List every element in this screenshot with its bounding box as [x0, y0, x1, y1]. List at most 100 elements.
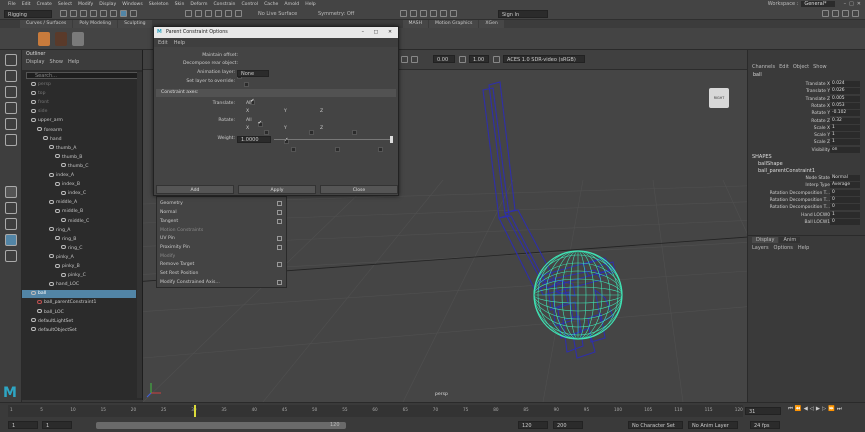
channel-row[interactable]: Translate Z 0.005: [748, 95, 865, 103]
exposure-field[interactable]: 0.00: [433, 55, 455, 63]
channel-value[interactable]: 0.32: [830, 117, 860, 124]
persp-outliner-icon[interactable]: [5, 234, 17, 246]
gamma-icon[interactable]: [459, 56, 466, 63]
menu-skeleton[interactable]: Skeleton: [149, 2, 169, 7]
channel-value[interactable]: 0.053: [830, 102, 860, 109]
translate-z-checkbox[interactable]: [351, 130, 357, 135]
channel-value[interactable]: 1: [830, 124, 860, 131]
step-forward-frame-icon[interactable]: ▷: [822, 406, 826, 413]
modeling-toolkit-icon[interactable]: [822, 10, 829, 17]
menu-deform[interactable]: Deform: [190, 2, 207, 7]
menu-create[interactable]: Create: [37, 2, 52, 7]
outliner-item-ring-c[interactable]: ring_C: [22, 245, 136, 253]
menu-item-remove-target[interactable]: Remove Target: [160, 261, 285, 269]
four-view-icon[interactable]: [5, 202, 17, 214]
outliner-item-side[interactable]: side: [22, 108, 136, 116]
menu-item-geometry[interactable]: Geometry: [160, 200, 285, 208]
outliner-item-hand-loc[interactable]: hand_LOC: [22, 281, 136, 289]
single-view-icon[interactable]: [5, 186, 17, 198]
shelf-tab-poly[interactable]: Poly Modeling: [73, 20, 118, 28]
anim-layer-dropdown[interactable]: None: [237, 70, 269, 77]
shelf-tab-sculpting[interactable]: Sculpting: [118, 20, 152, 28]
ipr-render-icon[interactable]: [420, 10, 427, 17]
channel-row[interactable]: Scale Z1: [748, 139, 865, 146]
range-slider[interactable]: [96, 422, 346, 429]
snap-point-icon[interactable]: [205, 10, 212, 17]
channel-row[interactable]: Translate Y 0.026: [748, 88, 865, 95]
shelf-tool-icon[interactable]: [38, 32, 50, 46]
layer-menu-options[interactable]: Options: [774, 245, 793, 251]
outliner-search-input[interactable]: Search...: [26, 72, 138, 79]
shelf-tool-icon[interactable]: [72, 32, 84, 46]
menu-select[interactable]: Select: [58, 2, 72, 7]
camera-icon[interactable]: [401, 56, 408, 63]
input-attribute-value[interactable]: 0: [830, 196, 860, 203]
close-button[interactable]: Close: [320, 185, 398, 194]
range-end-field[interactable]: 120: [518, 421, 548, 429]
scale-tool-icon[interactable]: [5, 134, 17, 146]
dialog-menu-edit[interactable]: Edit: [158, 40, 168, 46]
range-start-field[interactable]: 1: [8, 421, 38, 429]
outliner-menu-help[interactable]: Help: [68, 59, 79, 65]
render-settings-icon[interactable]: [430, 10, 437, 17]
add-button[interactable]: Add: [156, 185, 234, 194]
side-by-side-icon[interactable]: [5, 218, 17, 230]
apply-button[interactable]: Apply: [238, 185, 316, 194]
inputs-node-name[interactable]: ball_parentConstraint1: [758, 168, 815, 174]
anim-end-field[interactable]: 200: [553, 421, 583, 429]
anim-start-field[interactable]: 1: [42, 421, 72, 429]
colorspace-icon[interactable]: [493, 56, 500, 63]
channel-row[interactable]: Scale X1: [748, 124, 865, 132]
input-attribute-value[interactable]: 0: [830, 204, 860, 211]
input-attribute-row[interactable]: Rotation Decomposition T... 0: [748, 189, 865, 197]
layer-tab-anim[interactable]: Anim: [779, 237, 801, 243]
channel-value[interactable]: 1: [830, 132, 860, 139]
weight-slider-handle[interactable]: [390, 136, 393, 143]
outliner-item-ball-loc[interactable]: ball_LOC: [22, 309, 136, 317]
channel-row[interactable]: Translate X 0.024: [748, 81, 865, 88]
shelf-tool-icon[interactable]: [55, 32, 67, 46]
outliner-item-index-a[interactable]: index_A: [22, 172, 136, 180]
menu-modify[interactable]: Modify: [78, 2, 93, 7]
menu-control[interactable]: Control: [241, 2, 258, 7]
input-attribute-value[interactable]: Normal: [830, 175, 860, 181]
snap-surface-icon[interactable]: [225, 10, 232, 17]
dialog-close-icon[interactable]: ✕: [388, 27, 392, 38]
menu-windows[interactable]: Windows: [122, 2, 143, 7]
outliner-menu-display[interactable]: Display: [26, 59, 44, 65]
input-attribute-row[interactable]: Rotation Decomposition T... 0: [748, 196, 865, 204]
option-box-icon[interactable]: [277, 280, 282, 285]
open-scene-icon[interactable]: [70, 10, 77, 17]
arnold-render-icon[interactable]: [450, 10, 457, 17]
channel-value[interactable]: on: [830, 146, 860, 153]
outliner-item-defaultobjectset[interactable]: defaultObjectSet: [22, 327, 136, 335]
select-tool-icon[interactable]: [5, 54, 17, 66]
go-to-start-icon[interactable]: ⏮: [788, 406, 793, 413]
maximize-icon[interactable]: □: [849, 1, 854, 7]
input-attribute-value[interactable]: 1: [830, 211, 860, 218]
input-attribute-row[interactable]: Ball LOCW1 0: [748, 218, 865, 226]
menu-cache[interactable]: Cache: [264, 2, 278, 7]
option-box-icon[interactable]: [277, 236, 282, 241]
lasso-tool-icon[interactable]: [5, 70, 17, 82]
shelf-tab-curves[interactable]: Curves / Surfaces: [20, 20, 73, 28]
option-box-icon[interactable]: [277, 201, 282, 206]
input-attribute-value[interactable]: 0: [830, 189, 860, 196]
channel-value[interactable]: 1: [830, 139, 860, 146]
channelbox-menu-object[interactable]: Object: [793, 64, 809, 70]
option-box-icon[interactable]: [277, 219, 282, 224]
outliner-item-middle-a[interactable]: middle_A: [22, 199, 136, 207]
render-view-icon[interactable]: [400, 10, 407, 17]
input-attribute-row[interactable]: Hand LOCW0 1: [748, 211, 865, 219]
option-box-icon[interactable]: [277, 245, 282, 250]
dialog-maximize-icon[interactable]: □: [373, 27, 378, 38]
grid-toggle-icon[interactable]: [411, 56, 418, 63]
input-attribute-row[interactable]: Rotation Decomposition T... 0: [748, 204, 865, 211]
menuset-dropdown[interactable]: Rigging: [4, 10, 52, 18]
channel-row[interactable]: Visibility on: [748, 146, 865, 154]
object-mode-icon[interactable]: [120, 10, 127, 17]
step-back-key-icon[interactable]: ⏪: [795, 406, 802, 413]
redo-icon[interactable]: [100, 10, 107, 17]
save-scene-icon[interactable]: [80, 10, 87, 17]
outliner-item-thumb-c[interactable]: thumb_C: [22, 163, 136, 171]
